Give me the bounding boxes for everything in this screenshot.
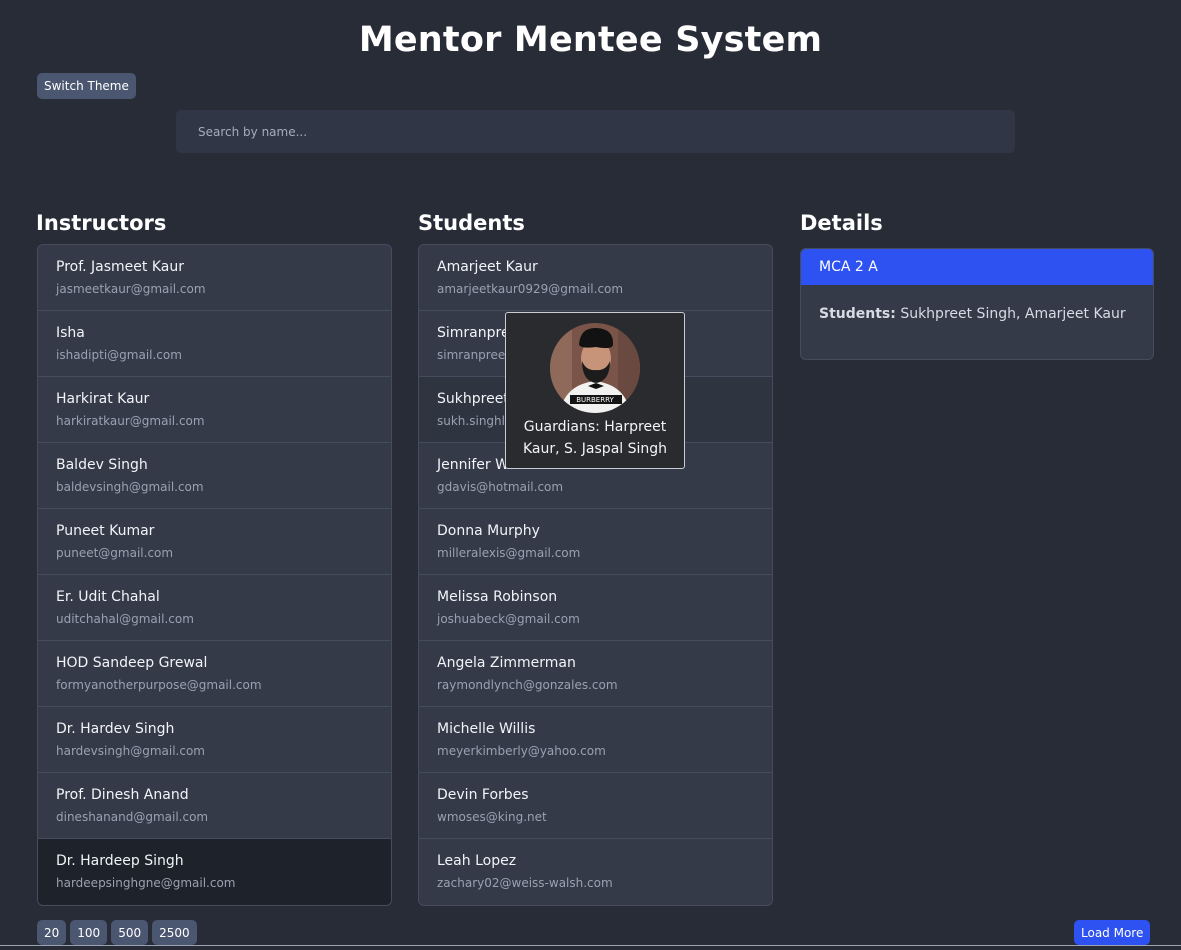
students-heading: Students (418, 211, 525, 235)
student-name: Melissa Robinson (437, 589, 558, 605)
details-card: MCA 2 A Students: Sukhpreet Singh, Amarj… (800, 248, 1154, 360)
instructor-item[interactable]: Puneet Kumar puneet@gmail.com (38, 509, 391, 575)
page-title: Mentor Mentee System (358, 20, 823, 60)
instructor-name: Dr. Hardeep Singh (56, 853, 184, 869)
instructor-item[interactable]: Harkirat Kaur harkiratkaur@gmail.com (38, 377, 391, 443)
page-size-20-button[interactable]: 20 (37, 920, 67, 945)
student-email: wmoses@king.net (437, 810, 547, 824)
instructor-email: hardeepsinghgne@gmail.com (56, 876, 236, 890)
details-body: Students: Sukhpreet Singh, Amarjeet Kaur (801, 285, 1153, 325)
student-item[interactable]: Michelle Willis meyerkimberly@yahoo.com (419, 707, 772, 773)
student-hover-card: BURBERRY Guardians: Harpreet Kaur, S. Ja… (505, 312, 685, 469)
instructor-item-selected[interactable]: Dr. Hardeep Singh hardeepsinghgne@gmail.c… (38, 839, 391, 905)
instructor-item[interactable]: HOD Sandeep Grewal formyanotherpurpose@gm… (38, 641, 391, 707)
page-size-100-button[interactable]: 100 (70, 920, 108, 945)
instructor-name: Prof. Dinesh Anand (56, 787, 189, 803)
instructor-name: Puneet Kumar (56, 523, 155, 539)
instructor-email: formyanotherpurpose@gmail.com (56, 678, 262, 692)
instructor-email: dineshanand@gmail.com (56, 810, 209, 824)
student-email: gdavis@hotmail.com (437, 480, 564, 494)
instructor-name: Baldev Singh (56, 457, 148, 473)
svg-text:BURBERRY: BURBERRY (576, 396, 614, 404)
instructor-item[interactable]: Baldev Singh baldevsingh@gmail.com (38, 443, 391, 509)
student-item[interactable]: Leah Lopez zachary02@weiss-walsh.com (419, 839, 772, 905)
student-email: milleralexis@gmail.com (437, 546, 581, 560)
instructor-name: Harkirat Kaur (56, 391, 150, 407)
student-email: meyerkimberly@yahoo.com (437, 744, 606, 758)
student-name: Angela Zimmerman (437, 655, 576, 671)
page-size-2500-button[interactable]: 2500 (152, 920, 197, 945)
student-email: amarjeetkaur0929@gmail.com (437, 282, 624, 296)
instructor-email: puneet@gmail.com (56, 546, 174, 560)
student-item[interactable]: Melissa Robinson joshuabeck@gmail.com (419, 575, 772, 641)
student-item[interactable]: Amarjeet Kaur amarjeetkaur0929@gmail.com (419, 245, 772, 311)
details-heading: Details (800, 211, 883, 235)
guardians-text: Guardians: Harpreet Kaur, S. Jaspal Sing… (522, 419, 668, 457)
instructor-name: HOD Sandeep Grewal (56, 655, 208, 671)
student-avatar: BURBERRY (550, 323, 640, 413)
load-more-button[interactable]: Load More (1074, 920, 1151, 945)
students-value: Sukhpreet Singh, Amarjeet Kaur (900, 306, 1126, 322)
instructor-item[interactable]: Er. Udit Chahal uditchahal@gmail.com (38, 575, 391, 641)
instructor-email: harkiratkaur@gmail.com (56, 414, 205, 428)
instructor-item[interactable]: Dr. Hardev Singh hardevsingh@gmail.com (38, 707, 391, 773)
search-input[interactable] (176, 110, 1015, 153)
switch-theme-button[interactable]: Switch Theme (37, 73, 136, 99)
instructor-item[interactable]: Isha ishadipti@gmail.com (38, 311, 391, 377)
instructor-email: baldevsingh@gmail.com (56, 480, 204, 494)
instructor-name: Prof. Jasmeet Kaur (56, 259, 184, 275)
divider (0, 945, 1181, 946)
instructor-email: ishadipti@gmail.com (56, 348, 182, 362)
instructor-email: hardevsingh@gmail.com (56, 744, 205, 758)
instructors-list: Prof. Jasmeet Kaur jasmeetkaur@gmail.com … (37, 244, 392, 906)
instructor-item[interactable]: Prof. Dinesh Anand dineshanand@gmail.com (38, 773, 391, 839)
student-name: Donna Murphy (437, 523, 540, 539)
group-name: MCA 2 A (801, 249, 1153, 285)
student-item[interactable]: Devin Forbes wmoses@king.net (419, 773, 772, 839)
page-size-500-button[interactable]: 500 (111, 920, 149, 945)
student-name: Amarjeet Kaur (437, 259, 538, 275)
page-size-selector: 20 100 500 2500 (37, 920, 197, 945)
student-email: zachary02@weiss-walsh.com (437, 876, 613, 890)
instructors-heading: Instructors (36, 211, 167, 235)
instructor-name: Dr. Hardev Singh (56, 721, 175, 737)
student-item[interactable]: Donna Murphy milleralexis@gmail.com (419, 509, 772, 575)
instructor-name: Isha (56, 325, 85, 341)
instructor-email: jasmeetkaur@gmail.com (56, 282, 206, 296)
student-name: Devin Forbes (437, 787, 529, 803)
students-label: Students: (819, 306, 896, 322)
student-item[interactable]: Angela Zimmerman raymondlynch@gonzales.co… (419, 641, 772, 707)
instructor-email: uditchahal@gmail.com (56, 612, 194, 626)
student-name: Leah Lopez (437, 853, 517, 869)
student-name: Michelle Willis (437, 721, 536, 737)
instructor-item[interactable]: Prof. Jasmeet Kaur jasmeetkaur@gmail.com (38, 245, 391, 311)
instructor-name: Er. Udit Chahal (56, 589, 160, 605)
student-email: joshuabeck@gmail.com (437, 612, 580, 626)
student-email: raymondlynch@gonzales.com (437, 678, 618, 692)
